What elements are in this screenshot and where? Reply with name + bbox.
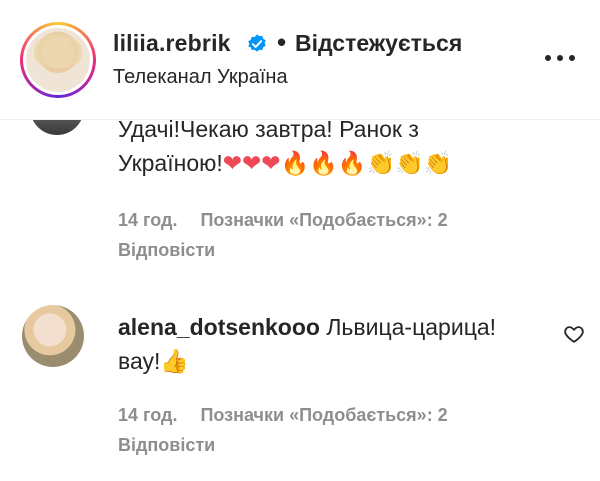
- heart-outline-icon[interactable]: [563, 323, 585, 345]
- comment-text: Удачі!Чекаю завтра! Ранок з Україною!❤❤❤…: [118, 112, 452, 181]
- story-ring[interactable]: [20, 22, 96, 98]
- comment-line-2-text: вау!: [118, 348, 161, 374]
- reply-button[interactable]: Відповісти: [118, 240, 215, 261]
- emoji-reactions: ❤❤❤🔥🔥🔥👏👏👏: [222, 151, 453, 177]
- commenter-avatar[interactable]: [22, 305, 84, 367]
- comment-time[interactable]: 14 год.: [118, 405, 177, 425]
- comment-line-2: вау!👍: [118, 344, 496, 379]
- username-link[interactable]: liliia.rebrik: [113, 30, 231, 57]
- comment-body: Львица-царица!: [326, 314, 497, 340]
- comment-likes[interactable]: Позначки «Подобається»: 2: [200, 210, 447, 230]
- more-options-icon[interactable]: [540, 48, 580, 68]
- separator-dot: •: [277, 27, 287, 57]
- thumbs-up-emoji: 👍: [160, 349, 190, 375]
- comment-line-2-text: Україною!: [118, 150, 223, 176]
- comment-likes[interactable]: Позначки «Подобається»: 2: [200, 405, 447, 425]
- comment-username[interactable]: alena_dotsenkooo: [118, 314, 320, 340]
- comment-time[interactable]: 14 год.: [118, 210, 177, 230]
- location-subtitle[interactable]: Телеканал Україна: [113, 66, 288, 89]
- comment-text: alena_dotsenkooo Львица-царица! вау!👍: [118, 310, 496, 379]
- post-header: liliia.rebrik • Відстежується Телеканал …: [0, 0, 600, 120]
- avatar[interactable]: [26, 28, 90, 92]
- reply-button[interactable]: Відповісти: [118, 435, 215, 456]
- verified-badge-icon: [248, 34, 266, 52]
- comment-line-1: alena_dotsenkooo Львица-царица!: [118, 310, 496, 344]
- following-button[interactable]: Відстежується: [295, 30, 462, 57]
- comment-meta: 14 год. Позначки «Подобається»: 2: [118, 210, 466, 231]
- comment-meta: 14 год. Позначки «Подобається»: 2: [118, 405, 466, 426]
- comment-line-2: Україною!❤❤❤🔥🔥🔥👏👏👏: [118, 146, 452, 181]
